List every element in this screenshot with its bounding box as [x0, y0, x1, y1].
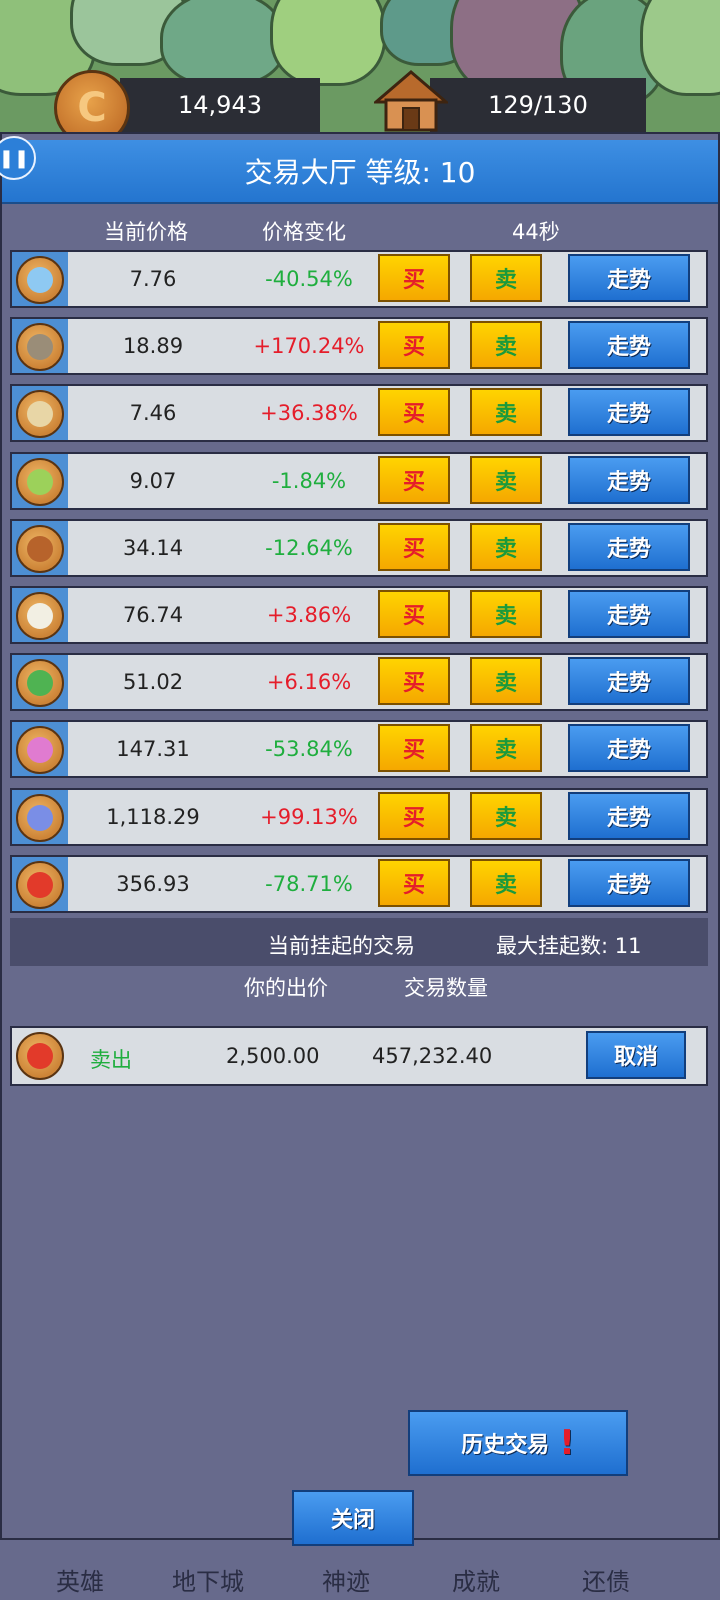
current-price: 1,118.29: [106, 804, 200, 829]
trend-button[interactable]: 走势: [568, 455, 690, 504]
market-row: 7.76 -40.54% 买卖走势: [10, 250, 708, 308]
alert-icon: !: [559, 1423, 575, 1463]
refresh-timer: 44秒: [512, 220, 560, 244]
current-price: 7.46: [129, 401, 177, 426]
sell-button[interactable]: 卖: [470, 455, 542, 504]
skull-icon: [16, 390, 64, 439]
trend-button[interactable]: 走势: [568, 657, 690, 706]
fish-monster-icon: [16, 793, 64, 842]
sell-button[interactable]: 卖: [470, 321, 542, 370]
price-change: -53.84%: [265, 737, 353, 762]
buy-button[interactable]: 买: [378, 254, 450, 302]
price-change: -1.84%: [271, 468, 347, 493]
sell-button[interactable]: 卖: [470, 858, 542, 907]
trend-button[interactable]: 走势: [568, 321, 690, 370]
pending-order-row: 卖出 2,500.00 457,232.40 取消: [10, 1026, 708, 1086]
wolf-icon: [16, 592, 64, 640]
order-type: 卖出: [90, 1048, 132, 1072]
buy-button[interactable]: 买: [378, 791, 450, 840]
bottom-navigation: 英雄 地下城 神迹 成就 还债: [0, 1562, 720, 1600]
mushroom-icon: [16, 726, 64, 775]
panel-title: 交易大厅 等级: 10: [2, 140, 718, 204]
nav-dungeon[interactable]: 地下城: [172, 1562, 244, 1597]
trend-button[interactable]: 走势: [568, 388, 690, 437]
sell-button[interactable]: 卖: [470, 388, 542, 437]
market-row: 9.07 -1.84% 买卖走势: [10, 451, 708, 510]
current-price: 9.07: [129, 468, 177, 493]
coin-counter: 14,943: [120, 78, 320, 132]
buy-button[interactable]: 买: [378, 858, 450, 907]
current-price: 34.14: [122, 535, 184, 560]
sell-button[interactable]: 卖: [470, 522, 542, 571]
coin-amount: 14,943: [178, 91, 262, 119]
trend-button[interactable]: 走势: [568, 858, 690, 907]
treant-icon: [16, 524, 64, 573]
current-price: 356.93: [116, 871, 190, 896]
market-row: 76.74 +3.86% 买卖走势: [10, 586, 708, 644]
buy-button[interactable]: 买: [378, 590, 450, 638]
price-change: -78.71%: [265, 871, 353, 896]
buy-button[interactable]: 买: [378, 321, 450, 370]
nav-miracles[interactable]: 神迹: [322, 1562, 370, 1597]
market-row: 147.31 -53.84% 买卖走势: [10, 720, 708, 779]
nav-heroes[interactable]: 英雄: [56, 1562, 104, 1597]
market-row: 1,118.29 +99.13% 买卖走势: [10, 787, 708, 846]
price-change: +3.86%: [266, 603, 352, 627]
buy-button[interactable]: 买: [378, 455, 450, 504]
price-change: +6.16%: [266, 670, 352, 695]
buy-button[interactable]: 买: [378, 522, 450, 571]
order-offer-price: 2,500.00: [226, 1044, 320, 1068]
history-trades-button[interactable]: 历史交易 !: [408, 1410, 628, 1476]
market-row: 356.93 -78.71% 买卖走势: [10, 854, 708, 913]
goblin-icon: [16, 457, 64, 506]
dragon-icon: [16, 1032, 64, 1080]
current-price: 51.02: [122, 670, 184, 695]
pending-trades-header: 当前挂起的交易 最大挂起数: 11: [10, 918, 708, 966]
price-change: +170.24%: [253, 334, 365, 359]
trend-button[interactable]: 走势: [568, 254, 690, 302]
sell-button[interactable]: 卖: [470, 724, 542, 773]
trend-button[interactable]: 走势: [568, 724, 690, 773]
current-price: 7.76: [129, 267, 177, 291]
dragon-icon: [16, 860, 64, 909]
trend-button[interactable]: 走势: [568, 791, 690, 840]
sell-button[interactable]: 卖: [470, 657, 542, 706]
buy-button[interactable]: 买: [378, 724, 450, 773]
price-change: +36.38%: [260, 401, 358, 426]
sell-button[interactable]: 卖: [470, 254, 542, 302]
population-counter: 129/130: [430, 78, 646, 132]
col-current-price: 当前价格: [104, 220, 188, 244]
buy-button[interactable]: 买: [378, 657, 450, 706]
price-change: -40.54%: [265, 267, 353, 291]
col-your-offer: 你的出价: [244, 976, 328, 1000]
current-price: 76.74: [122, 603, 184, 627]
trend-button[interactable]: 走势: [568, 590, 690, 638]
col-trade-quantity: 交易数量: [404, 976, 488, 1000]
nav-repay-debt[interactable]: 还债: [582, 1562, 630, 1597]
house-icon: [374, 70, 448, 132]
population-amount: 129/130: [488, 91, 588, 119]
price-change: +99.13%: [260, 804, 358, 829]
market-row: 51.02 +6.16% 买卖走势: [10, 653, 708, 712]
col-price-change: 价格变化: [262, 220, 346, 244]
zombie-icon: [16, 323, 64, 372]
slime-icon: [16, 256, 64, 304]
nav-achievements[interactable]: 成就: [452, 1562, 500, 1597]
market-row: 34.14 -12.64% 买卖走势: [10, 518, 708, 577]
current-price: 147.31: [116, 737, 190, 762]
buy-button[interactable]: 买: [378, 388, 450, 437]
current-price: 18.89: [122, 334, 184, 359]
cancel-order-button[interactable]: 取消: [586, 1031, 686, 1079]
sell-button[interactable]: 卖: [470, 590, 542, 638]
max-pending-label: 最大挂起数: 11: [496, 934, 642, 958]
trend-button[interactable]: 走势: [568, 522, 690, 571]
sell-button[interactable]: 卖: [470, 791, 542, 840]
orc-icon: [16, 659, 64, 708]
order-quantity: 457,232.40: [372, 1044, 493, 1068]
close-button[interactable]: 关闭: [292, 1490, 414, 1546]
pending-title: 当前挂起的交易: [268, 934, 415, 958]
market-row: 7.46 +36.38% 买卖走势: [10, 384, 708, 443]
market-row: 18.89 +170.24% 买卖走势: [10, 317, 708, 376]
price-change: -12.64%: [265, 535, 353, 560]
